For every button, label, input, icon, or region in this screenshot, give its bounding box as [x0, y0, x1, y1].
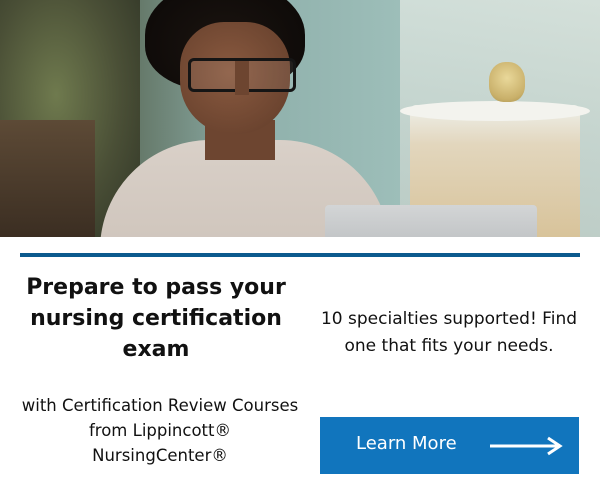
divider-rule [20, 253, 580, 257]
hero-photo [0, 0, 600, 237]
subheadline: with Certification Review Courses from L… [21, 396, 299, 465]
background-vase [489, 62, 525, 102]
learn-more-button[interactable]: Learn More [320, 417, 579, 474]
background-chair [0, 120, 95, 237]
tagline: 10 specialties supported! Find one that … [320, 309, 578, 356]
learn-more-label: Learn More [356, 433, 457, 454]
laptop-icon [325, 205, 537, 237]
ad-banner: Prepare to pass your nursing certificati… [0, 0, 600, 500]
arrow-right-icon [490, 436, 563, 456]
headline: Prepare to pass your nursing certificati… [26, 275, 286, 362]
glasses-icon [188, 58, 296, 95]
